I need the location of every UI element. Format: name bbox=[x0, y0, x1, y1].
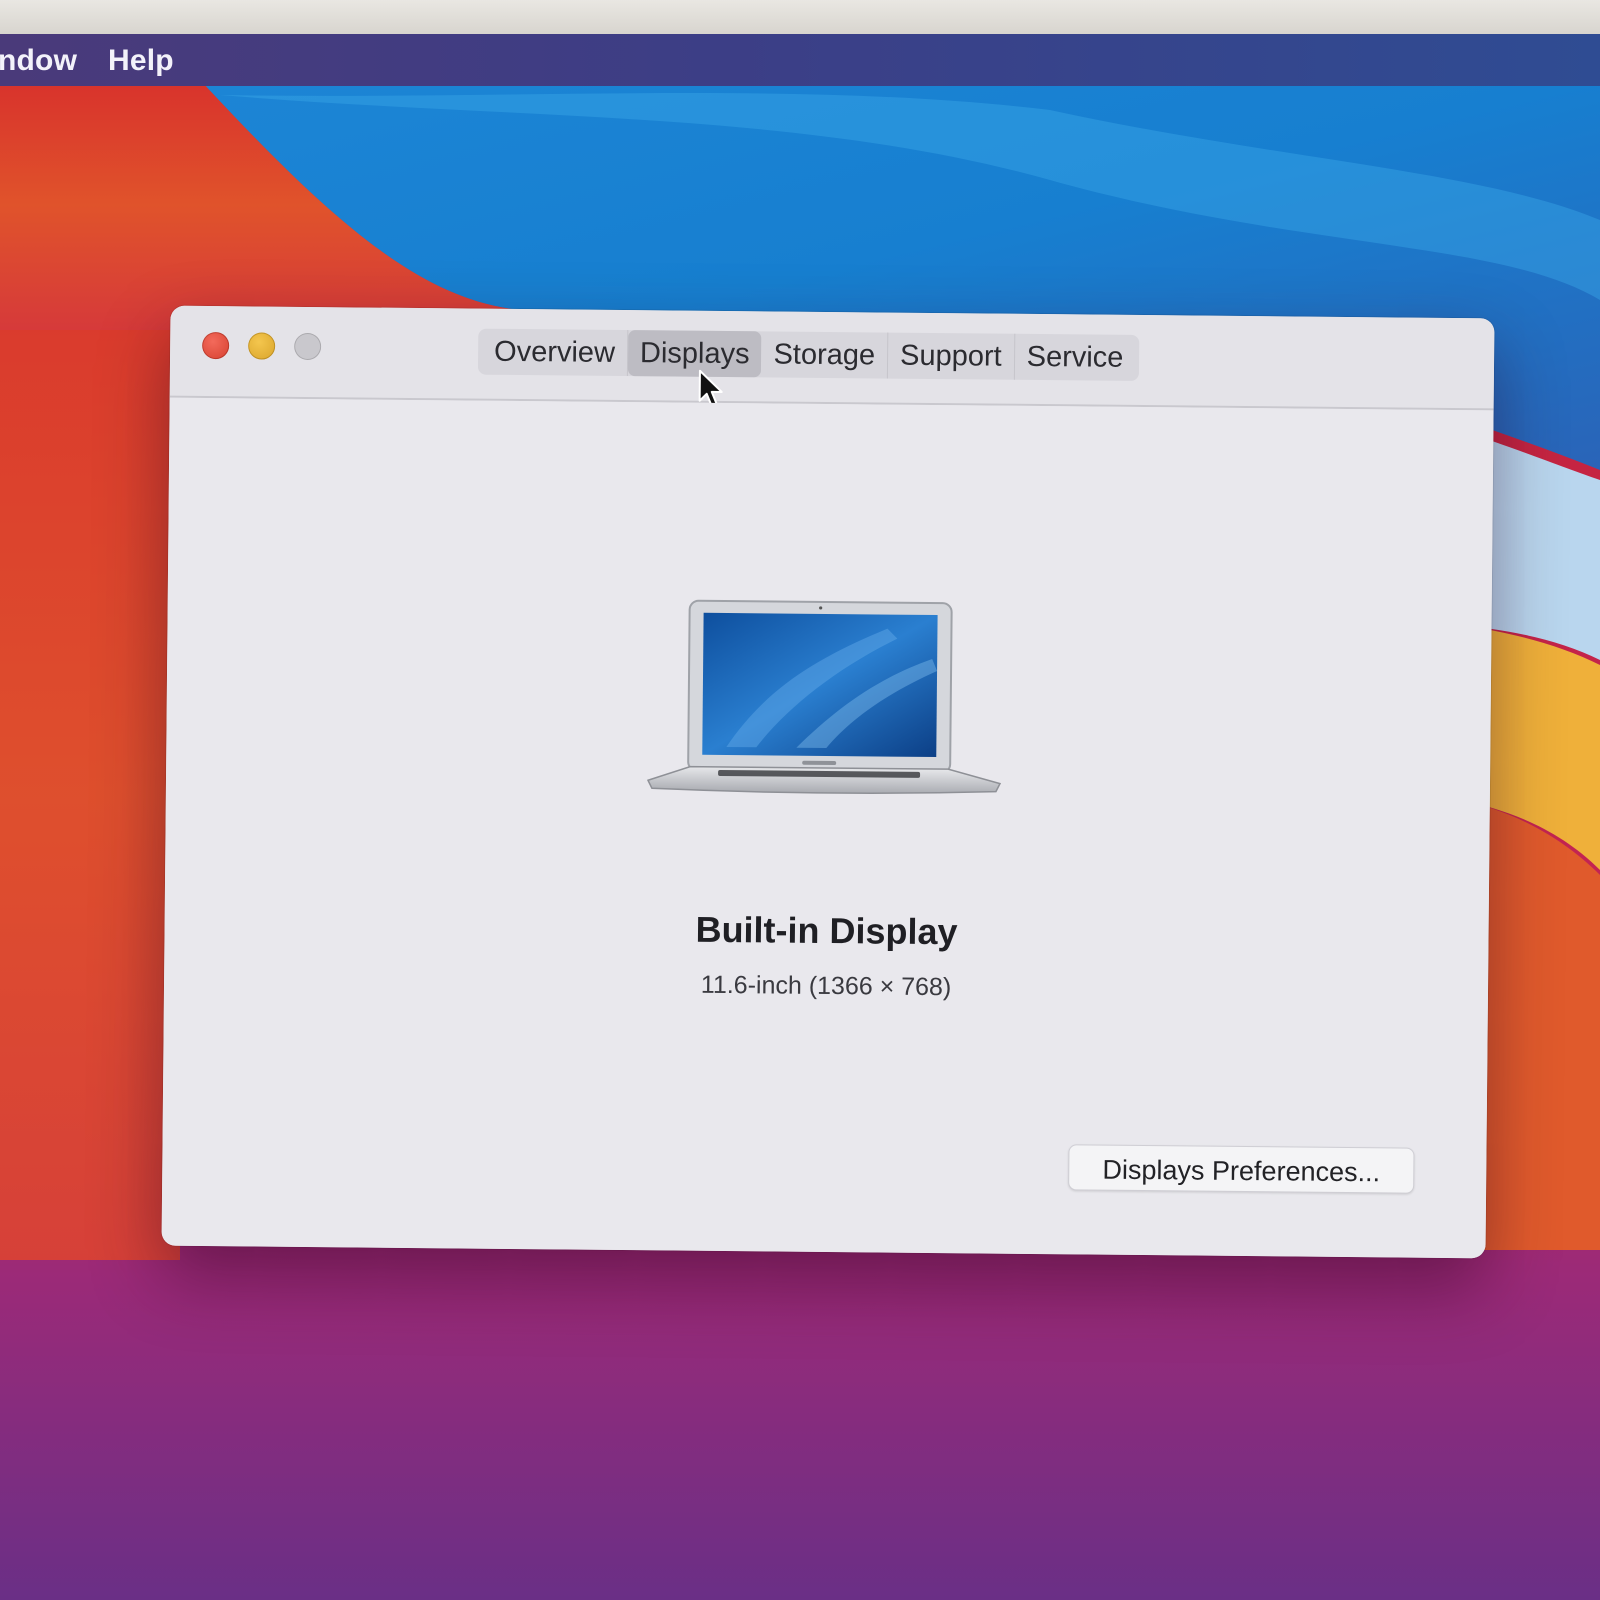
displays-preferences-button[interactable]: Displays Preferences... bbox=[1068, 1144, 1415, 1194]
display-name: Built-in Display bbox=[695, 908, 958, 953]
tab-service[interactable]: Service bbox=[1014, 334, 1135, 381]
close-icon[interactable] bbox=[202, 331, 230, 360]
laptop-icon bbox=[646, 599, 1002, 794]
desktop: ndow Help Overview Displays Storage Supp… bbox=[0, 0, 1600, 1600]
tab-storage[interactable]: Storage bbox=[761, 331, 889, 379]
menu-help[interactable]: Help bbox=[108, 44, 174, 78]
title-bar: Overview Displays Storage Support Servic… bbox=[169, 305, 1495, 411]
minimize-icon[interactable] bbox=[248, 332, 276, 360]
tab-overview[interactable]: Overview bbox=[481, 328, 629, 377]
tab-bar: Overview Displays Storage Support Servic… bbox=[477, 328, 1140, 381]
display-spec: 11.6-inch (1366 × 768) bbox=[700, 970, 952, 1002]
tab-support[interactable]: Support bbox=[887, 332, 1015, 380]
zoom-icon bbox=[294, 332, 322, 361]
displays-panel: Built-in Display 11.6-inch (1366 × 768) … bbox=[161, 397, 1494, 1259]
menu-window[interactable]: ndow bbox=[0, 44, 77, 78]
about-this-mac-window: Overview Displays Storage Support Servic… bbox=[161, 305, 1495, 1259]
tab-displays[interactable]: Displays bbox=[627, 330, 762, 378]
menu-bar: ndow Help bbox=[0, 34, 1600, 86]
